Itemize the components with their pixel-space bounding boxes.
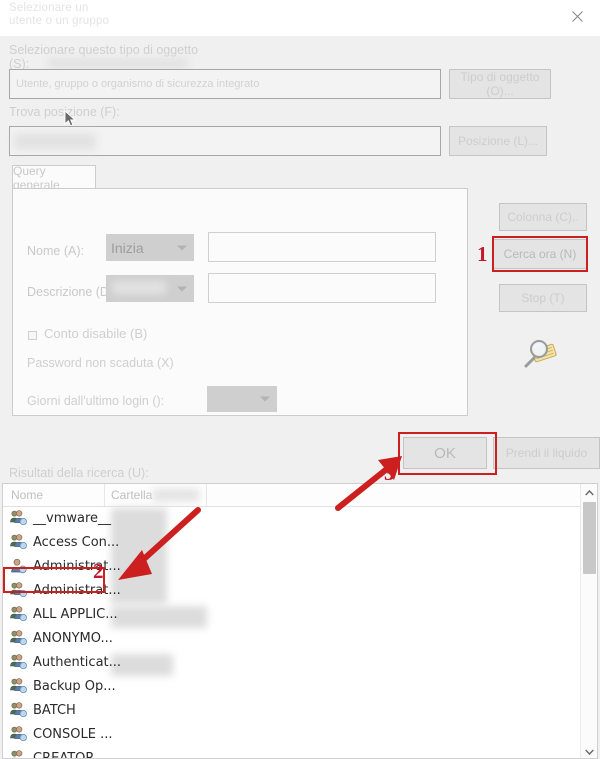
group-icon bbox=[10, 702, 28, 718]
results-label: Risultati della ricerca (U): bbox=[9, 466, 149, 480]
annotation-box-2 bbox=[3, 567, 105, 593]
list-item-label: CONSOLE ... bbox=[33, 726, 113, 742]
scrollbar-thumb[interactable] bbox=[583, 502, 596, 574]
group-icon bbox=[10, 678, 28, 694]
name-field-label: Nome (A): bbox=[27, 244, 84, 258]
stop-button[interactable]: Stop (T) bbox=[499, 284, 587, 312]
results-list-header: Nome Cartella bbox=[3, 484, 597, 507]
group-icon bbox=[10, 510, 28, 526]
group-icon bbox=[10, 750, 28, 758]
group-icon bbox=[10, 630, 28, 646]
list-item-label: Authenticat... bbox=[33, 654, 122, 670]
annotation-arrow-2 bbox=[108, 504, 204, 587]
days-since-login-select[interactable] bbox=[207, 386, 277, 412]
list-item[interactable]: Authenticat... bbox=[3, 650, 597, 674]
chevron-down-icon[interactable] bbox=[581, 743, 597, 758]
list-item[interactable]: CREATOR ... bbox=[3, 746, 597, 759]
object-type-input[interactable]: Utente, gruppo o organismo di sicurezza … bbox=[9, 69, 441, 99]
results-list[interactable]: Nome Cartella __vmware__ Access Con... Adm… bbox=[2, 483, 598, 759]
list-item-label: Access Con... bbox=[33, 534, 120, 550]
disabled-account-label: Conto disabile (B) bbox=[44, 326, 148, 341]
list-item[interactable]: CONSOLE ... bbox=[3, 722, 597, 746]
select-user-or-group-dialog: Selezionare un utente o un gruppo Selezi… bbox=[0, 0, 600, 759]
list-item-label: __vmware__ bbox=[33, 510, 112, 526]
annotation-arrow-3 bbox=[332, 454, 408, 517]
chevron-down-icon bbox=[177, 245, 187, 250]
name-operator-value: Inizia bbox=[111, 239, 144, 256]
password-never-expires-label: Password non scaduta (X) bbox=[27, 356, 174, 370]
list-item-label: ANONYMO... bbox=[33, 630, 113, 646]
column-header-cartella[interactable]: Cartella bbox=[111, 488, 152, 502]
list-item-label: ALL APPLIC... bbox=[33, 606, 118, 622]
object-type-button[interactable]: Tipo di oggetto (O)... bbox=[449, 69, 551, 99]
description-field-label: Descrizione (D): bbox=[27, 285, 117, 299]
name-value-input[interactable] bbox=[208, 232, 436, 262]
location-input[interactable] bbox=[9, 126, 441, 156]
header-redaction bbox=[153, 489, 199, 501]
group-icon bbox=[10, 606, 28, 622]
magnifier-search-icon bbox=[521, 336, 561, 370]
group-icon bbox=[10, 654, 28, 670]
name-operator-select[interactable]: Inizia bbox=[106, 234, 194, 261]
list-item[interactable]: ALL APPLIC... bbox=[3, 602, 597, 626]
object-type-redaction bbox=[48, 58, 188, 69]
list-item[interactable]: ANONYMO... bbox=[3, 626, 597, 650]
list-item-label: BATCH bbox=[33, 702, 76, 718]
list-item-label: CREATOR ... bbox=[33, 750, 111, 759]
results-rows: __vmware__ Access Con... Administrat... Adm… bbox=[3, 506, 597, 758]
chevron-down-icon bbox=[260, 396, 270, 402]
columns-button[interactable]: Colonna (C).. bbox=[499, 203, 587, 231]
chevron-down-icon bbox=[177, 286, 187, 291]
object-type-value: Utente, gruppo o organismo di sicurezza … bbox=[16, 78, 260, 90]
disabled-account-checkbox[interactable] bbox=[28, 331, 37, 340]
description-operator-redaction bbox=[112, 281, 166, 294]
close-icon[interactable] bbox=[554, 0, 600, 33]
annotation-box-3 bbox=[398, 432, 497, 475]
chevron-up-icon[interactable] bbox=[581, 484, 597, 501]
list-item[interactable]: __vmware__ bbox=[3, 506, 597, 530]
days-since-login-label: Giorni dall'ultimo login (): bbox=[27, 394, 165, 408]
column-header-nome[interactable]: Nome bbox=[11, 488, 43, 502]
list-item[interactable]: BATCH bbox=[3, 698, 597, 722]
annotation-box-1 bbox=[492, 236, 588, 272]
annotation-marker-1: 1 bbox=[477, 242, 488, 266]
group-icon bbox=[10, 726, 28, 742]
results-scrollbar[interactable] bbox=[580, 484, 597, 758]
list-item-label: Backup Op... bbox=[33, 678, 116, 694]
group-icon bbox=[10, 534, 28, 550]
location-button[interactable]: Posizione (L)... bbox=[449, 126, 547, 156]
list-item[interactable]: Backup Op... bbox=[3, 674, 597, 698]
location-redaction bbox=[14, 133, 96, 150]
description-value-input[interactable] bbox=[208, 273, 436, 303]
query-panel: Nome (A): Inizia Descrizione (D): Conto … bbox=[12, 188, 468, 416]
title-bar: Selezionare un utente o un gruppo bbox=[0, 0, 600, 36]
annotation-marker-2: 2 bbox=[93, 559, 104, 583]
list-item[interactable]: Access Con... bbox=[3, 530, 597, 554]
description-operator-select[interactable] bbox=[106, 275, 194, 302]
dialog-body: Selezionare questo tipo di oggetto (S): … bbox=[0, 36, 600, 759]
cancel-button[interactable]: Prendi il liquido bbox=[493, 437, 600, 469]
page-title: Selezionare un utente o un gruppo bbox=[9, 2, 110, 27]
tab-query-generale[interactable]: Query generale bbox=[12, 164, 96, 192]
